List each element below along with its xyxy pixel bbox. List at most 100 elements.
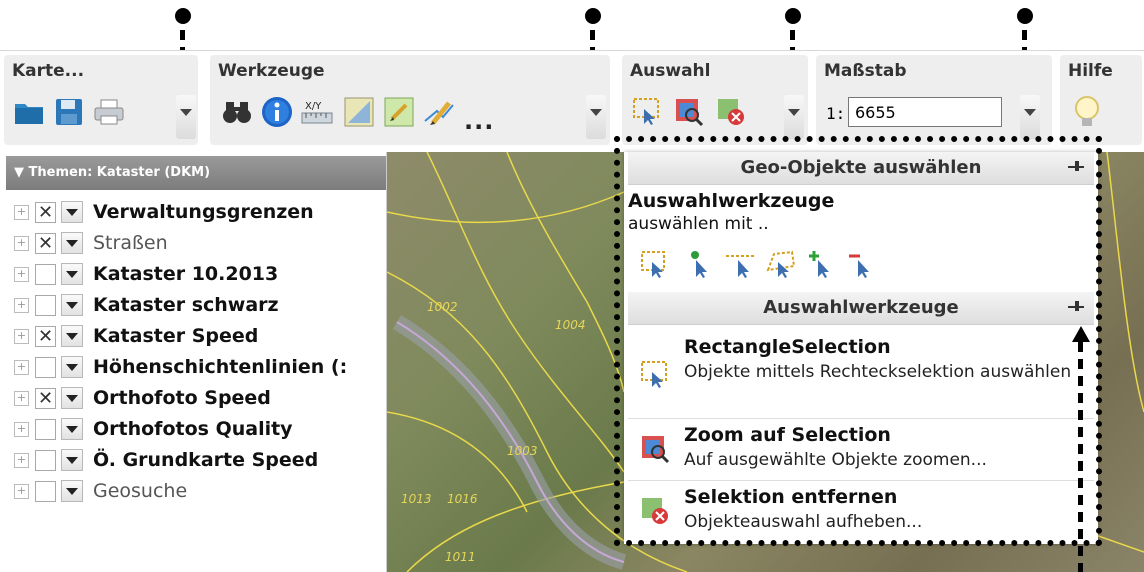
expand-icon[interactable]: +	[14, 328, 29, 344]
subtract-select-icon[interactable]	[846, 250, 876, 280]
layer-item-hoehenschichtenlinien[interactable]: + Höhenschichtenlinien (:	[14, 352, 347, 382]
layer-tree-header[interactable]: ▼ Themen: Kataster (DKM)	[6, 156, 386, 190]
toolbar-group-werkzeuge: Werkzeuge X/Y ...	[210, 55, 610, 145]
layer-menu-button[interactable]	[61, 325, 83, 347]
layer-checkbox[interactable]: ✕	[35, 387, 56, 409]
layer-menu-button[interactable]	[61, 449, 83, 471]
layer-checkbox[interactable]	[35, 418, 56, 440]
layer-label: Orthofotos Quality	[93, 418, 293, 440]
parcel-label: 1002	[427, 300, 458, 314]
parcel-label: 1013	[401, 492, 432, 506]
measure-area-icon[interactable]	[340, 93, 378, 131]
layer-label: Kataster Speed	[93, 325, 259, 347]
divider	[628, 480, 1094, 481]
group-title-hilfe: Hilfe	[1068, 61, 1113, 81]
expand-icon[interactable]: +	[14, 421, 29, 437]
layer-menu-button[interactable]	[61, 480, 83, 502]
layer-label: Kataster schwarz	[93, 294, 279, 316]
edit-icon[interactable]	[420, 93, 458, 131]
auswahlwerkzeuge-header[interactable]: Auswahlwerkzeuge	[628, 292, 1094, 325]
auswahl-dropdown-button[interactable]	[784, 95, 804, 139]
polygon-select-icon[interactable]	[766, 250, 796, 280]
layer-item-grundkarte-speed[interactable]: + Ö. Grundkarte Speed	[14, 445, 318, 475]
line-select-icon[interactable]	[726, 250, 756, 280]
option-remove-selection[interactable]: Selektion entfernen Objekteauswahl aufhe…	[628, 482, 1094, 542]
expand-icon[interactable]: +	[14, 359, 29, 375]
selection-panel: Geo-Objekte auswählen Auswahlwerkzeuge a…	[624, 152, 1098, 544]
layer-item-kataster-speed[interactable]: + ✕ Kataster Speed	[14, 321, 258, 351]
layer-menu-button[interactable]	[61, 418, 83, 440]
draw-icon[interactable]	[380, 93, 418, 131]
layer-item-kataster-schwarz[interactable]: + Kataster schwarz	[14, 290, 279, 320]
print-icon[interactable]	[90, 93, 128, 131]
massstab-dropdown-button[interactable]	[1020, 95, 1040, 139]
add-select-icon[interactable]	[806, 250, 836, 280]
layer-item-orthofoto-speed[interactable]: + ✕ Orthofoto Speed	[14, 383, 271, 413]
layer-checkbox[interactable]	[35, 449, 56, 471]
option-rectangle-selection[interactable]: RectangleSelection Objekte mittels Recht…	[628, 330, 1094, 414]
rectangle-select-icon[interactable]	[640, 250, 670, 280]
parcel-label: 1004	[555, 318, 586, 332]
layer-checkbox[interactable]	[35, 294, 56, 316]
layer-menu-button[interactable]	[61, 201, 83, 223]
zoom-selection-icon[interactable]	[670, 93, 708, 131]
xy-coordinates-icon[interactable]: X/Y	[298, 93, 336, 131]
parcel-label: 1016	[447, 492, 478, 506]
parcel-label: 1003	[507, 444, 538, 458]
expand-icon[interactable]: +	[14, 235, 29, 251]
expand-icon[interactable]: +	[14, 266, 29, 282]
group-title-werkzeuge: Werkzeuge	[218, 61, 325, 81]
karte-dropdown-button[interactable]	[176, 95, 196, 139]
expand-icon[interactable]: +	[14, 452, 29, 468]
save-icon[interactable]	[50, 93, 88, 131]
layer-item-geosuche[interactable]: + Geosuche	[14, 476, 187, 506]
more-tools-button[interactable]: ...	[464, 107, 494, 135]
info-icon[interactable]	[258, 93, 296, 131]
lightbulb-icon[interactable]	[1068, 93, 1106, 131]
option-zoom-selection[interactable]: Zoom auf Selection Auf ausgewählte Objek…	[628, 420, 1094, 480]
expand-icon[interactable]: +	[14, 297, 29, 313]
option-description: Objekte mittels Rechteckselektion auswäh…	[684, 362, 1072, 382]
layer-menu-button[interactable]	[61, 387, 83, 409]
layer-checkbox[interactable]: ✕	[35, 232, 56, 254]
tools-title: Auswahlwerkzeuge	[628, 190, 835, 212]
layer-menu-button[interactable]	[61, 263, 83, 285]
pin-icon[interactable]	[1068, 161, 1084, 173]
layer-label: Verwaltungsgrenzen	[93, 201, 314, 223]
expand-icon[interactable]: +	[14, 204, 29, 220]
layer-item-verwaltungsgrenzen[interactable]: + ✕ Verwaltungsgrenzen	[14, 197, 314, 227]
layer-menu-button[interactable]	[61, 232, 83, 254]
remove-selection-icon[interactable]	[712, 93, 750, 131]
chevron-down-icon	[180, 109, 192, 116]
layer-checkbox[interactable]	[35, 480, 56, 502]
chevron-down-icon	[590, 109, 602, 116]
folder-icon[interactable]	[10, 93, 48, 131]
werkzeuge-dropdown-button[interactable]	[586, 95, 606, 139]
layer-checkbox[interactable]: ✕	[35, 201, 56, 223]
layer-item-strassen[interactable]: + ✕ Straßen	[14, 228, 168, 258]
group-title-massstab: Maßstab	[824, 61, 907, 81]
group-title-auswahl: Auswahl	[630, 61, 711, 81]
scale-input[interactable]	[848, 97, 1002, 127]
rectangle-select-icon	[641, 361, 667, 388]
geo-objects-header[interactable]: Geo-Objekte auswählen	[628, 152, 1094, 185]
rectangle-select-icon[interactable]	[628, 93, 666, 131]
layer-item-orthofotos-quality[interactable]: + Orthofotos Quality	[14, 414, 293, 444]
layer-item-kataster-10-2013[interactable]: + Kataster 10.2013	[14, 259, 278, 289]
layer-checkbox[interactable]	[35, 356, 56, 378]
geo-objects-header-label: Geo-Objekte auswählen	[740, 157, 982, 178]
layer-menu-button[interactable]	[61, 294, 83, 316]
expand-icon[interactable]: +	[14, 390, 29, 406]
expand-icon[interactable]: +	[14, 483, 29, 499]
option-title: Zoom auf Selection	[684, 424, 891, 446]
layer-menu-button[interactable]	[61, 356, 83, 378]
layer-checkbox[interactable]	[35, 263, 56, 285]
point-select-icon[interactable]	[686, 250, 716, 280]
zoom-selection-icon	[642, 436, 670, 464]
chevron-down-icon	[788, 109, 800, 116]
layer-label: Orthofoto Speed	[93, 387, 271, 409]
pin-icon[interactable]	[1068, 301, 1084, 313]
layer-label: Höhenschichtenlinien (:	[93, 356, 348, 378]
binoculars-icon[interactable]	[218, 93, 256, 131]
layer-checkbox[interactable]: ✕	[35, 325, 56, 347]
